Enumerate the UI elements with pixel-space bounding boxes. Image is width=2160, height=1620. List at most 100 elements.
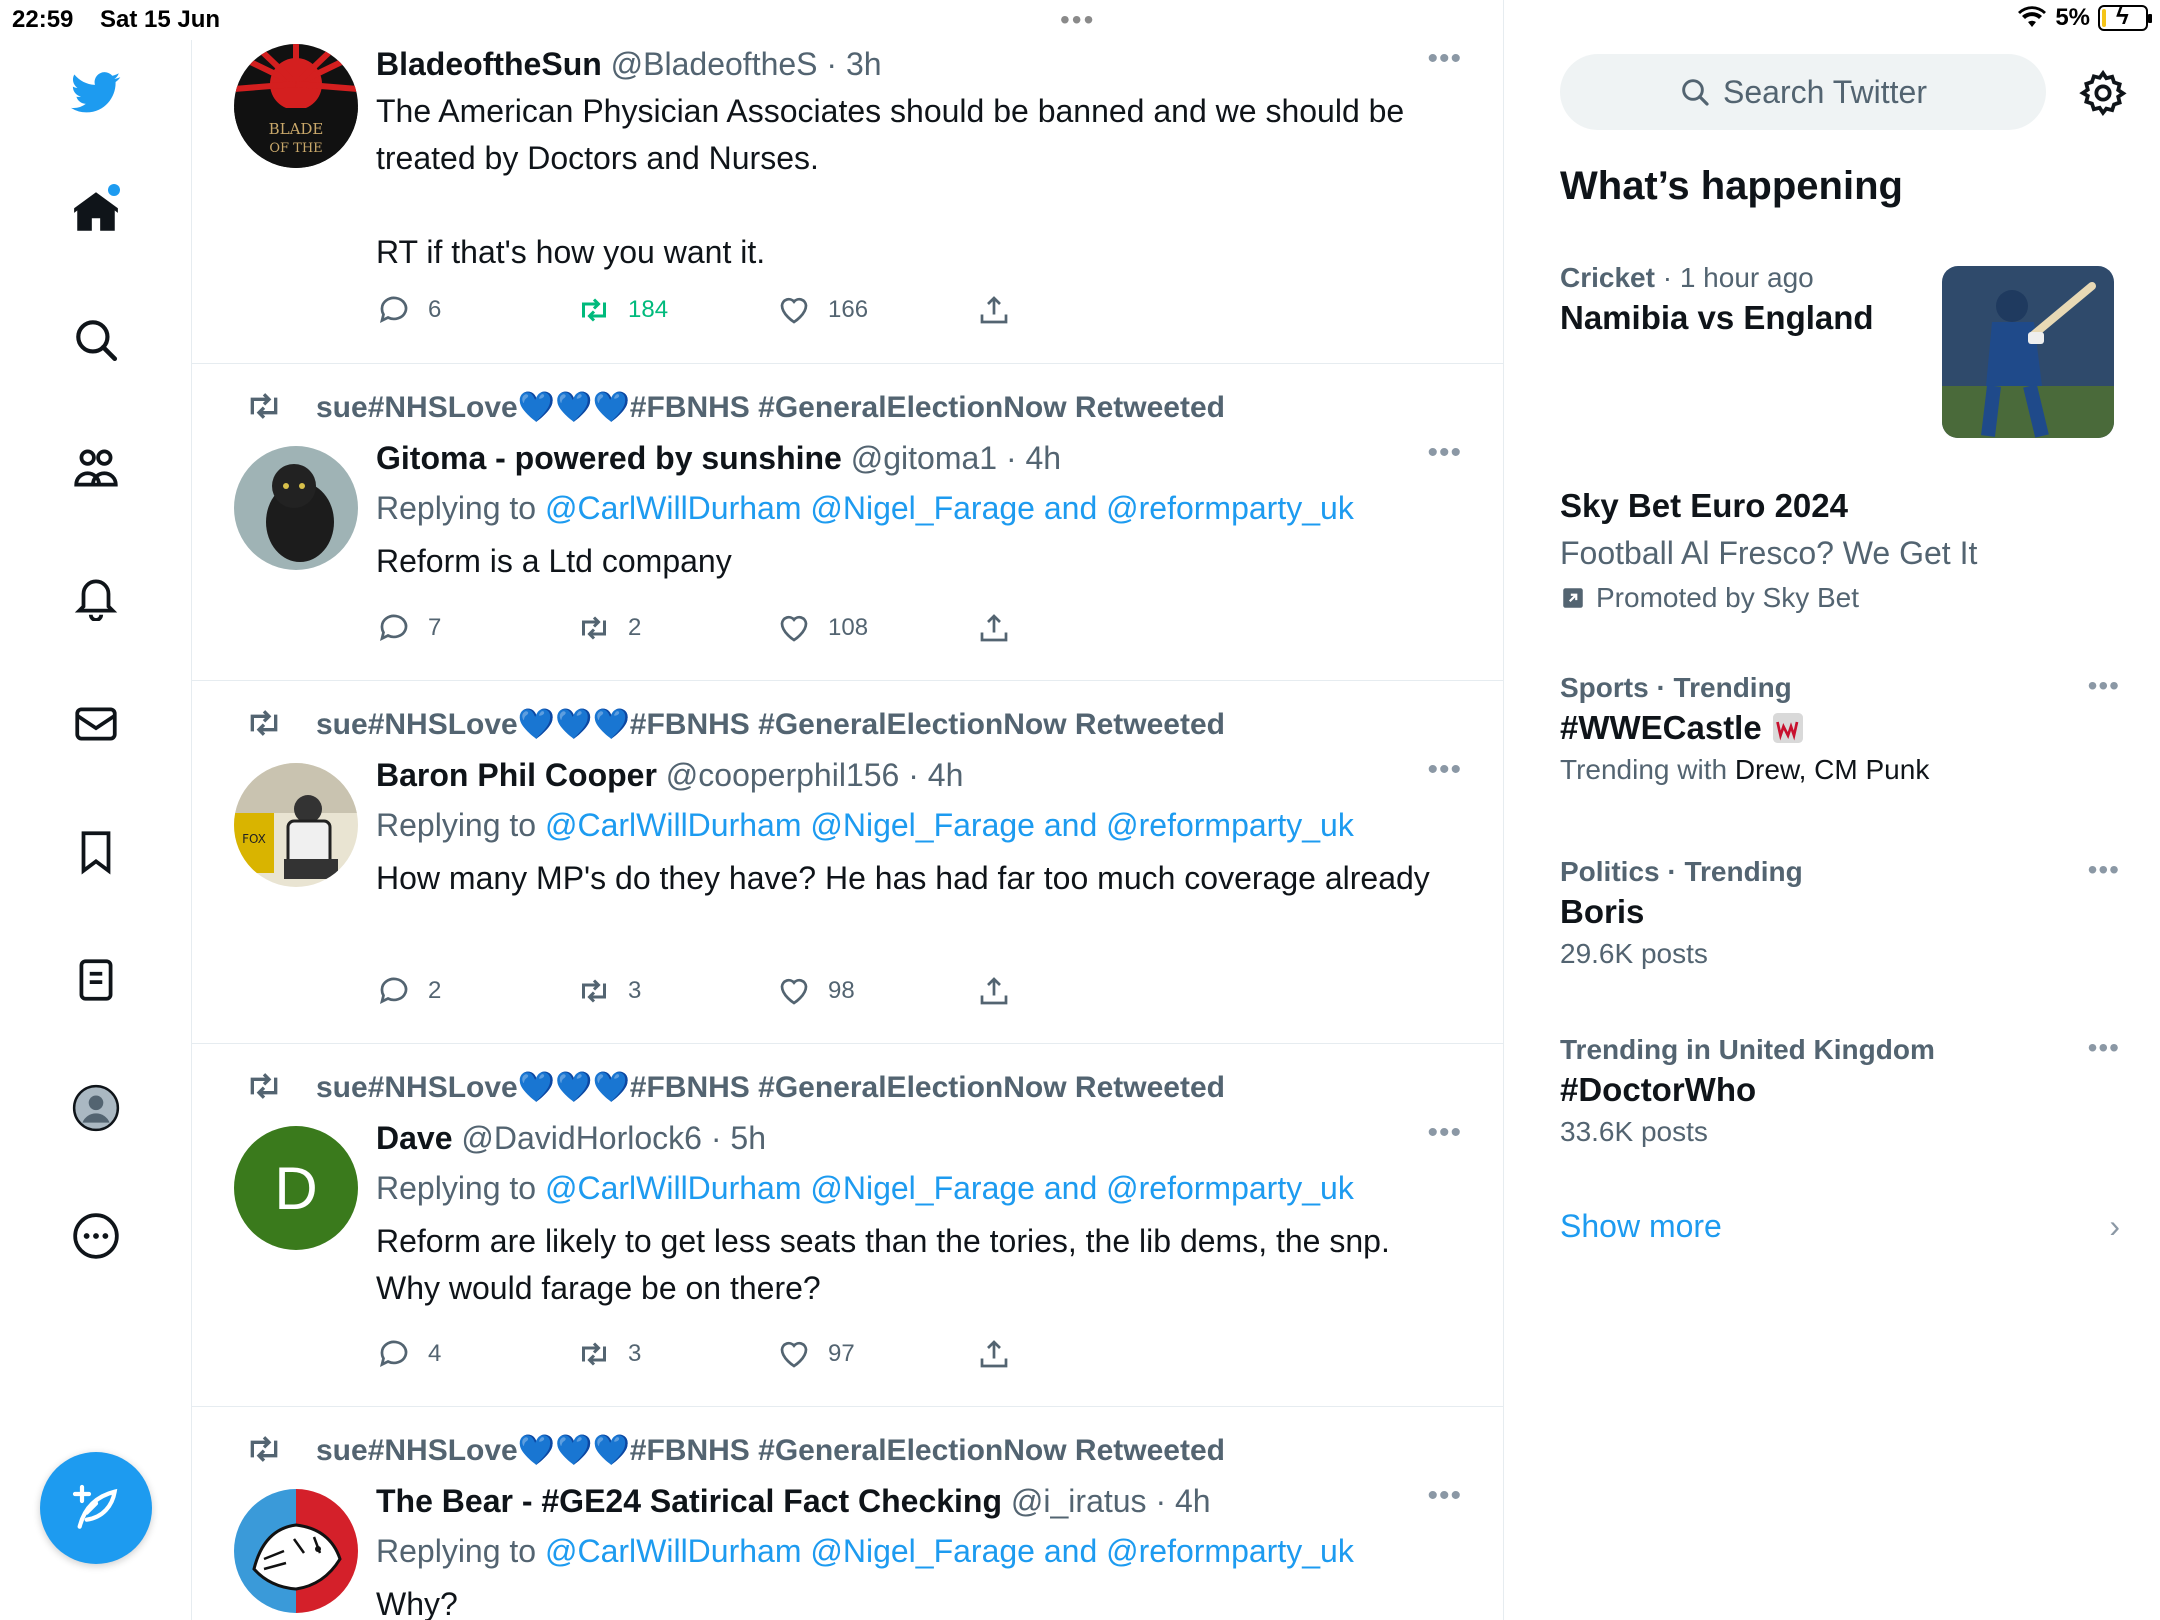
lists-icon[interactable] <box>66 950 126 1010</box>
retweet-icon <box>250 1436 278 1462</box>
avatar[interactable] <box>234 1489 358 1613</box>
retweet-icon <box>250 393 278 419</box>
trend-more-icon[interactable]: ••• <box>2088 670 2120 702</box>
tweet-actions: 2 3 98 <box>376 973 1076 1013</box>
retweet-icon <box>582 616 606 640</box>
trend-more-icon[interactable]: ••• <box>2088 854 2120 886</box>
avatar[interactable] <box>234 446 358 570</box>
tweet[interactable]: sue#NHSLove💙💙💙#FBNHS #GeneralElectionNow… <box>192 1407 1503 1620</box>
retweeted-by[interactable]: sue#NHSLove💙💙💙#FBNHS #GeneralElectionNow… <box>250 1433 1225 1468</box>
search-input[interactable]: Search Twitter <box>1560 54 2046 130</box>
promoted-icon <box>1563 588 1583 608</box>
more-icon[interactable] <box>66 1206 126 1266</box>
home-icon[interactable] <box>66 182 126 242</box>
tweet-time[interactable]: · 4h <box>1006 440 1061 476</box>
tweet-time[interactable]: · 4h <box>1155 1483 1210 1519</box>
heart-icon <box>780 615 808 642</box>
tweet[interactable]: sue#NHSLove💙💙💙#FBNHS #GeneralElectionNow… <box>192 364 1503 681</box>
author-handle[interactable]: @BladeoftheS <box>611 46 818 82</box>
author-name[interactable]: Baron Phil Cooper <box>376 757 657 793</box>
author-handle[interactable]: @gitoma1 <box>851 440 997 476</box>
svg-text:FOX: FOX <box>242 832 266 846</box>
communities-icon[interactable] <box>66 438 126 498</box>
like-count: 97 <box>828 1340 855 1367</box>
retweeted-by[interactable]: sue#NHSLove💙💙💙#FBNHS #GeneralElectionNow… <box>250 390 1225 425</box>
tweet-header: Gitoma - powered by sunshine @gitoma1 · … <box>376 438 1456 478</box>
promoted-trend[interactable]: Sky Bet Euro 2024 Football Al Fresco? We… <box>1560 484 2120 618</box>
author-handle[interactable]: @DavidHorlock6 <box>461 1120 702 1156</box>
compose-button[interactable] <box>40 1452 152 1564</box>
author-name[interactable]: Gitoma - powered by sunshine <box>376 440 842 476</box>
tweet-time[interactable]: · 4h <box>908 757 963 793</box>
search-placeholder: Search Twitter <box>1723 73 1927 110</box>
share-button[interactable] <box>976 973 1012 1009</box>
share-icon <box>980 977 1008 1005</box>
avatar[interactable]: BLADE OF THE <box>234 44 358 168</box>
author-name[interactable]: Dave <box>376 1120 453 1156</box>
tweet-more-icon[interactable]: ••• <box>1427 42 1462 76</box>
share-button[interactable] <box>976 292 1012 328</box>
reply-icon <box>379 977 408 1005</box>
tweet-time[interactable]: · 5h <box>711 1120 766 1156</box>
like-button[interactable]: 166 <box>776 292 868 328</box>
tweet-actions: 6 184 166 <box>376 292 1076 332</box>
search-icon[interactable] <box>66 310 126 370</box>
like-button[interactable]: 98 <box>776 973 855 1009</box>
reply-mentions[interactable]: @CarlWillDurham @Nigel_Farage and @refor… <box>545 490 1354 526</box>
author-handle[interactable]: @i_iratus <box>1011 1483 1147 1519</box>
tweet-header: Baron Phil Cooper @cooperphil156 · 4h <box>376 755 1456 795</box>
tweet-header: BladeoftheSun @BladeoftheS · 3h <box>376 44 1456 84</box>
bookmarks-icon[interactable] <box>66 822 126 882</box>
reply-mentions[interactable]: @CarlWillDurham @Nigel_Farage and @refor… <box>545 1170 1354 1206</box>
reply-button[interactable]: 6 <box>376 292 441 328</box>
reply-button[interactable]: 4 <box>376 1336 441 1372</box>
reply-mentions[interactable]: @CarlWillDurham @Nigel_Farage and @refor… <box>545 807 1354 843</box>
share-button[interactable] <box>976 1336 1012 1372</box>
retweet-button[interactable]: 3 <box>576 1336 641 1372</box>
replying-to: Replying to @CarlWillDurham @Nigel_Farag… <box>376 490 1354 526</box>
author-name[interactable]: The Bear - #GE24 Satirical Fact Checking <box>376 1483 1002 1519</box>
author-handle[interactable]: @cooperphil156 <box>666 757 900 793</box>
retweeted-by[interactable]: sue#NHSLove💙💙💙#FBNHS #GeneralElectionNow… <box>250 707 1225 742</box>
show-more-link[interactable]: Show more › <box>1560 1208 2120 1245</box>
retweet-count: 3 <box>628 977 642 1004</box>
reply-button[interactable]: 2 <box>376 973 441 1009</box>
tweet-more-icon[interactable]: ••• <box>1427 753 1462 787</box>
settings-gear-icon[interactable] <box>2078 68 2128 118</box>
messages-icon[interactable] <box>66 694 126 754</box>
battery-percent: 5% <box>2055 4 2090 31</box>
profile-icon[interactable] <box>66 1078 126 1138</box>
trend-title: Sky Bet Euro 2024 <box>1560 487 1848 524</box>
tweet-time[interactable]: · 3h <box>826 46 881 82</box>
twitter-logo-icon[interactable] <box>66 62 126 122</box>
trend-item[interactable]: Politics · Trending Boris 29.6K posts ••… <box>1560 854 2120 974</box>
trend-image[interactable] <box>1942 266 2114 438</box>
like-button[interactable]: 97 <box>776 1336 855 1372</box>
promoted-label: Promoted by Sky Bet <box>1560 578 2120 618</box>
notifications-icon[interactable] <box>66 566 126 626</box>
share-button[interactable] <box>976 610 1012 646</box>
timeline[interactable]: BLADE OF THE BladeoftheSun @BladeoftheS … <box>192 0 1504 1620</box>
retweet-button[interactable]: 2 <box>576 610 641 646</box>
author-name[interactable]: BladeoftheSun <box>376 46 602 82</box>
like-button[interactable]: 108 <box>776 610 868 646</box>
tweet[interactable]: BLADE OF THE BladeoftheSun @BladeoftheS … <box>192 0 1503 364</box>
avatar[interactable]: D <box>234 1126 358 1250</box>
reply-button[interactable]: 7 <box>376 610 441 646</box>
trend-item[interactable]: Trending in United Kingdom #DoctorWho 33… <box>1560 1032 2120 1152</box>
retweet-button[interactable]: 184 <box>576 292 668 328</box>
tweet-more-icon[interactable]: ••• <box>1427 436 1462 470</box>
trend-item[interactable]: Sports · Trending #WWECastle Trending wi… <box>1560 670 2120 790</box>
right-sidebar: Search Twitter What’s happening Cricket … <box>1504 40 2160 1620</box>
retweet-icon <box>582 1342 606 1366</box>
trend-more-icon[interactable]: ••• <box>2088 1032 2120 1064</box>
retweet-button[interactable]: 3 <box>576 973 641 1009</box>
avatar[interactable]: FOX <box>234 763 358 887</box>
tweet[interactable]: sue#NHSLove💙💙💙#FBNHS #GeneralElectionNow… <box>192 1044 1503 1407</box>
retweeted-by[interactable]: sue#NHSLove💙💙💙#FBNHS #GeneralElectionNow… <box>250 1070 1225 1105</box>
tweet-more-icon[interactable]: ••• <box>1427 1479 1462 1513</box>
tweet[interactable]: sue#NHSLove💙💙💙#FBNHS #GeneralElectionNow… <box>192 681 1503 1044</box>
reply-mentions[interactable]: @CarlWillDurham @Nigel_Farage and @refor… <box>545 1533 1354 1569</box>
replying-to: Replying to @CarlWillDurham @Nigel_Farag… <box>376 1170 1354 1206</box>
tweet-more-icon[interactable]: ••• <box>1427 1116 1462 1150</box>
